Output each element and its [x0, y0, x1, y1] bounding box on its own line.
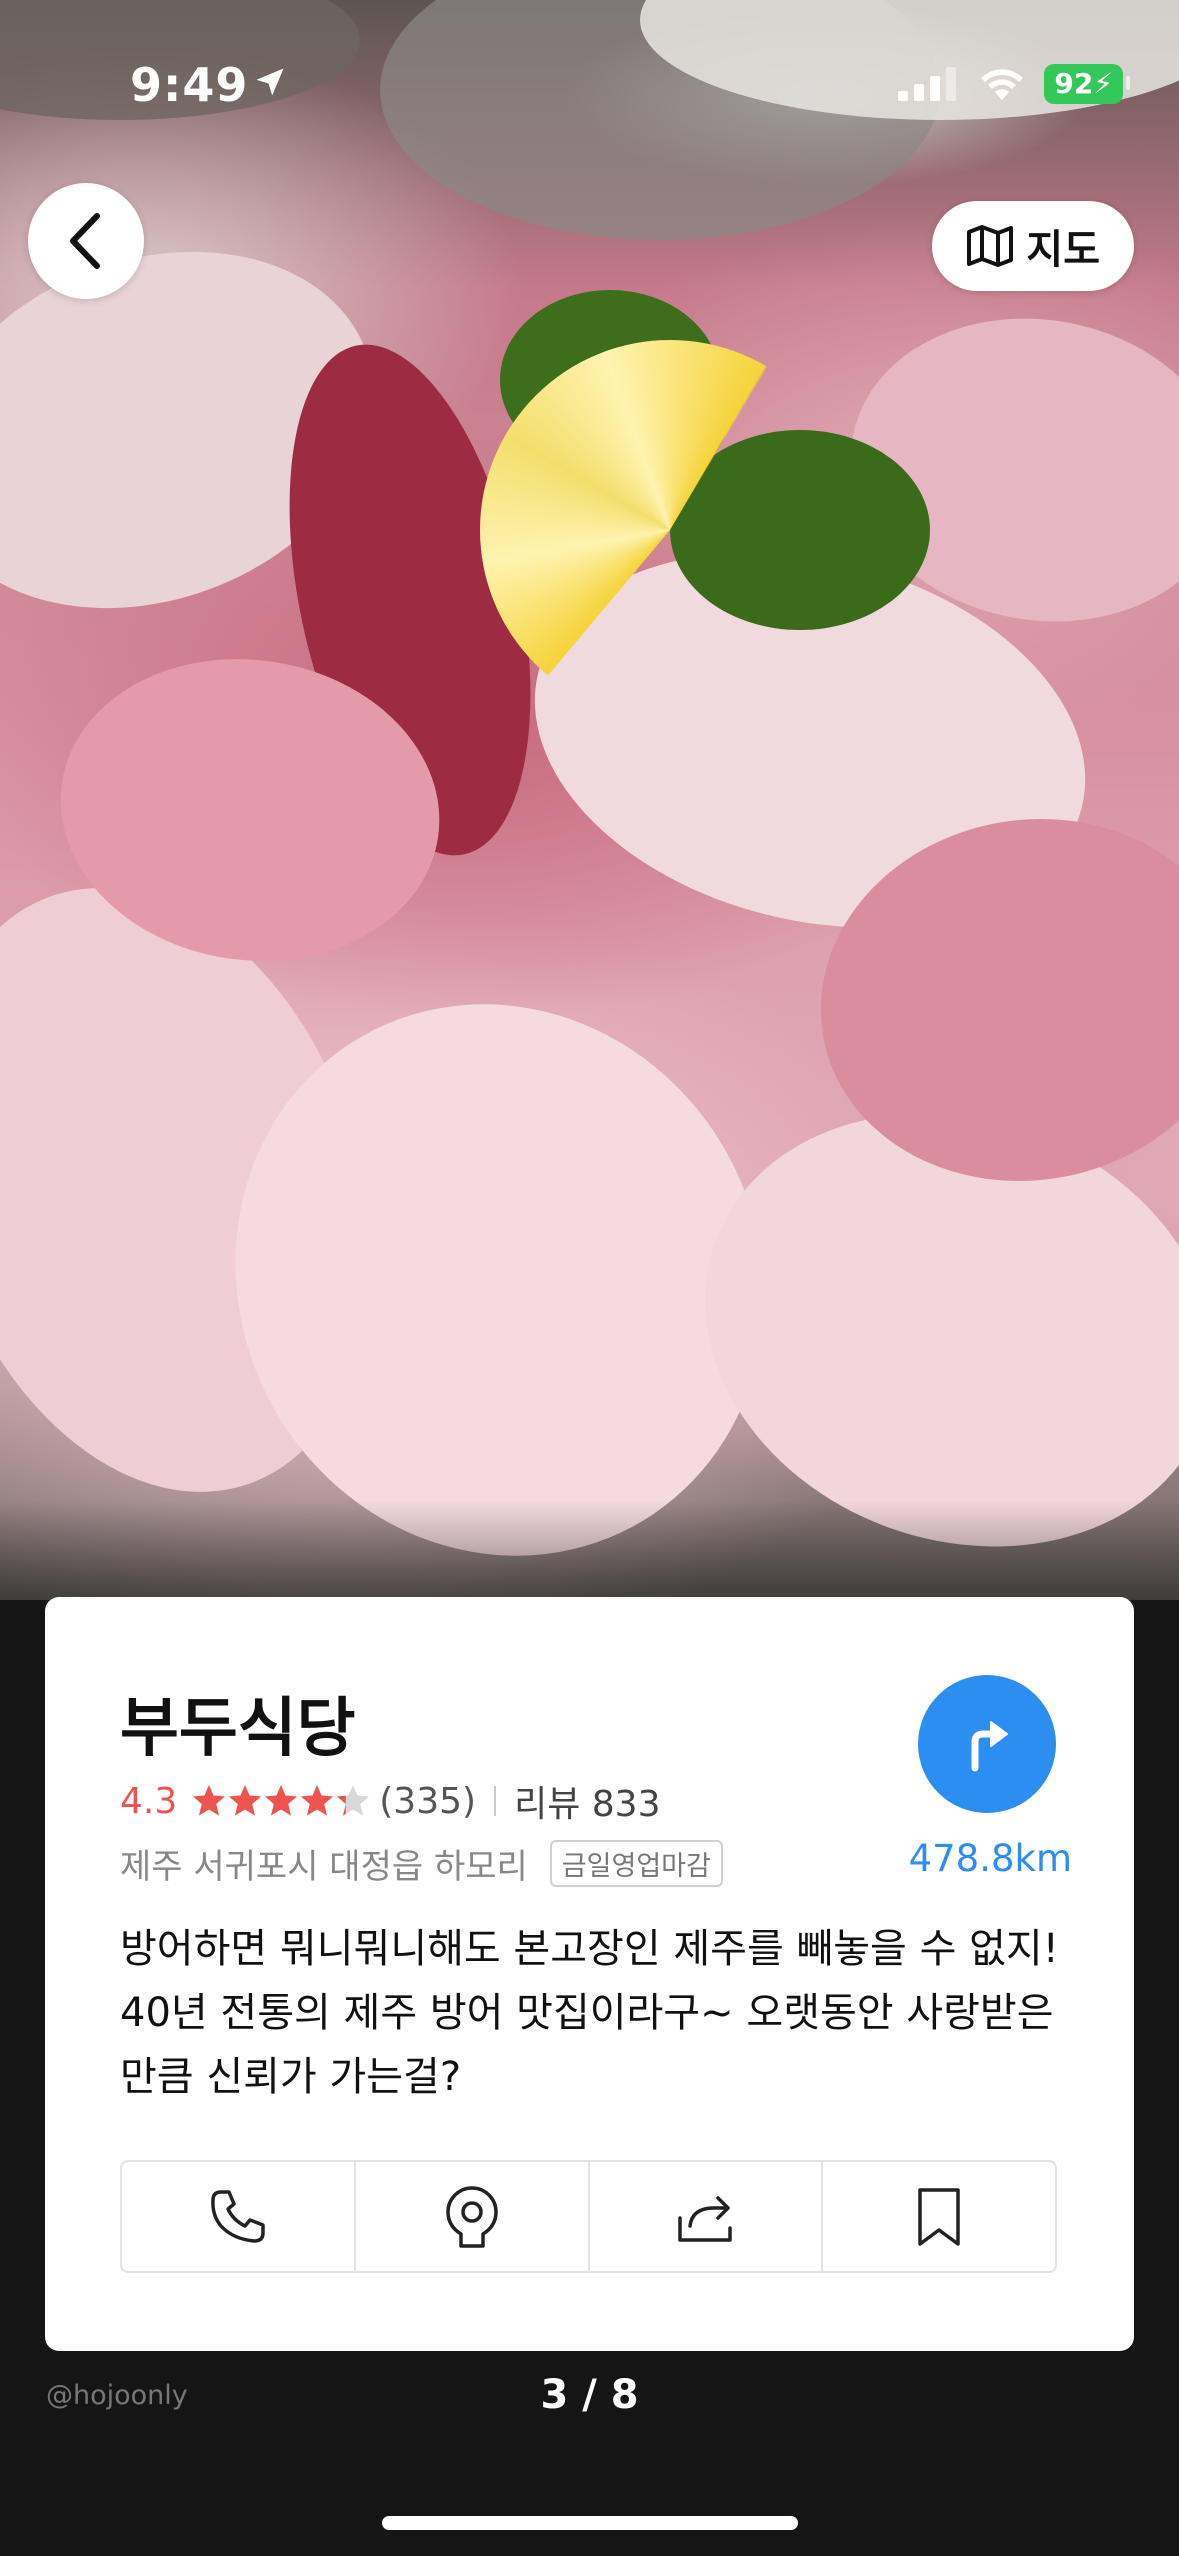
star-icon [337, 1785, 370, 1816]
share-icon [678, 2195, 733, 2242]
bookmark-icon [918, 2187, 960, 2246]
wifi-icon [981, 69, 1024, 100]
star-icon [229, 1785, 262, 1816]
action-bar [120, 2160, 1057, 2273]
home-indicator[interactable] [382, 2516, 798, 2530]
star-rating [191, 1783, 371, 1819]
battery-level: 92 [1054, 67, 1094, 100]
place-info-card: 부두식당 4.3 (335) 리뷰 833 제주 서귀포시 대정읍 하모리 금일… [45, 1597, 1134, 2351]
rating-score: 4.3 [120, 1780, 178, 1822]
place-description: 방어하면 뭐니뭐니해도 본고장인 제주를 빼놓을 수 없지! 40년 전통의 제… [120, 1926, 1059, 2100]
status-indicators: 92⚡ [898, 64, 1130, 104]
star-icon [301, 1785, 334, 1816]
cellular-signal-icon [898, 67, 957, 101]
distance: 478.8km [908, 1837, 1072, 1880]
map-button-label: 지도 [1026, 227, 1100, 273]
page-indicator: 3 / 8 [540, 2372, 639, 2418]
street-view-button[interactable] [356, 2162, 590, 2271]
turn-right-arrow-icon [971, 1721, 1008, 1772]
directions-button[interactable] [918, 1675, 1056, 1813]
hours-badge: 금일영업마감 [549, 1840, 723, 1887]
bookmark-button[interactable] [823, 2162, 1055, 2271]
place-address: 제주 서귀포시 대정읍 하모리 [120, 1847, 528, 1887]
address-row: 제주 서귀포시 대정읍 하모리 금일영업마감 [120, 1839, 723, 1888]
battery-indicator: 92⚡ [1044, 64, 1130, 104]
review-count[interactable]: 리뷰 833 [514, 1775, 660, 1827]
location-arrow-icon [252, 64, 288, 104]
status-time: 9:49 [130, 58, 249, 112]
phone-icon [211, 2189, 265, 2243]
chevron-left-icon [70, 213, 100, 269]
map-button[interactable]: 지도 [932, 201, 1134, 291]
rating-count: (335) [379, 1780, 477, 1822]
back-button[interactable] [28, 183, 144, 299]
share-button[interactable] [590, 2162, 824, 2271]
divider [494, 1786, 497, 1816]
star-icon [193, 1785, 226, 1816]
place-name: 부두식당 [120, 1692, 356, 1766]
map-icon [967, 225, 1014, 267]
rating-row: 4.3 (335) 리뷰 833 [120, 1775, 660, 1827]
location-pin-icon [445, 2185, 498, 2248]
call-button[interactable] [122, 2162, 356, 2271]
star-icon [265, 1785, 298, 1816]
